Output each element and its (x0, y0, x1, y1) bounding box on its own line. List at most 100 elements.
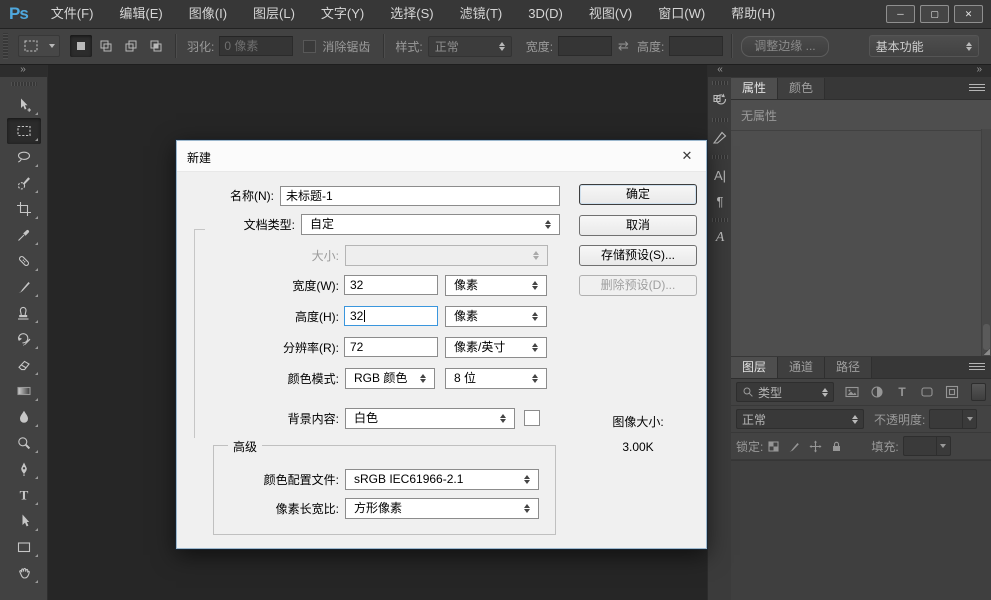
close-button[interactable]: ✕ (954, 5, 983, 23)
resolution-unit-dropdown[interactable]: 像素/英寸 (445, 337, 547, 358)
filter-smart-object-icon[interactable] (944, 384, 960, 400)
feather-input[interactable]: 0 像素 (219, 36, 293, 56)
pixel-aspect-dropdown[interactable]: 方形像素 (345, 498, 539, 519)
maximize-button[interactable]: ▢ (920, 5, 949, 23)
gradient-tool[interactable] (7, 378, 41, 404)
quick-selection-tool[interactable] (7, 170, 41, 196)
lock-transparency-icon[interactable] (767, 440, 780, 453)
panels-collapse-button[interactable]: » (731, 64, 991, 77)
menu-layer[interactable]: 图层(L) (240, 0, 308, 28)
menu-filter[interactable]: 滤镜(T) (447, 0, 516, 28)
tool-preset-picker[interactable] (18, 35, 60, 57)
toolbar-grip[interactable] (11, 82, 37, 86)
dock-collapse-button[interactable]: « (708, 64, 732, 77)
type-tool[interactable]: T (7, 482, 41, 508)
dock-grip[interactable] (712, 81, 728, 85)
refine-edge-button[interactable]: 调整边缘 ... (741, 36, 828, 57)
blur-tool[interactable] (7, 404, 41, 430)
tab-color[interactable]: 颜色 (778, 78, 825, 99)
constrain-width-input[interactable] (558, 36, 612, 56)
path-selection-tool[interactable] (7, 508, 41, 534)
filter-adjustment-layers-icon[interactable] (869, 384, 885, 400)
tab-paths[interactable]: 路径 (825, 357, 872, 378)
menu-file[interactable]: 文件(F) (38, 0, 107, 28)
menu-image[interactable]: 图像(I) (176, 0, 240, 28)
dock-grip[interactable] (712, 118, 728, 122)
antialias-checkbox[interactable] (303, 40, 316, 53)
tab-layers[interactable]: 图层 (731, 357, 778, 378)
layers-list[interactable] (731, 460, 991, 600)
menu-window[interactable]: 窗口(W) (645, 0, 718, 28)
lock-all-icon[interactable] (830, 440, 843, 453)
minimize-button[interactable]: ─ (886, 5, 915, 23)
background-color-swatch[interactable] (524, 410, 540, 426)
background-dropdown[interactable]: 白色 (345, 408, 515, 429)
resolution-input[interactable]: 72 (344, 337, 438, 357)
swap-dimensions-icon[interactable]: ⇄ (618, 38, 629, 54)
clone-stamp-tool[interactable] (7, 300, 41, 326)
ok-button[interactable]: 确定 (579, 184, 697, 205)
eraser-tool[interactable] (7, 352, 41, 378)
blend-mode-dropdown[interactable]: 正常 (736, 409, 864, 429)
toolbar-collapse-button[interactable]: » (0, 64, 47, 77)
pen-tool[interactable] (7, 456, 41, 482)
width-unit-dropdown[interactable]: 像素 (445, 275, 547, 296)
panel-resize-grip[interactable] (983, 348, 990, 355)
layer-filter-toggle[interactable] (971, 383, 986, 401)
history-panel-icon[interactable] (708, 88, 732, 114)
menu-help[interactable]: 帮助(H) (718, 0, 788, 28)
name-input[interactable]: 未标题-1 (280, 186, 560, 206)
menu-type[interactable]: 文字(Y) (308, 0, 377, 28)
paragraph-panel-icon[interactable]: ¶ (708, 188, 732, 214)
rectangle-tool[interactable] (7, 534, 41, 560)
fill-input[interactable] (903, 436, 951, 456)
eyedropper-tool[interactable] (7, 222, 41, 248)
dialog-title-bar[interactable]: 新建 ✕ (177, 141, 706, 172)
menu-edit[interactable]: 编辑(E) (106, 0, 175, 28)
spot-healing-brush-tool[interactable] (7, 248, 41, 274)
save-preset-button[interactable]: 存储预设(S)... (579, 245, 697, 266)
layer-filter-kind-dropdown[interactable]: 类型 (736, 382, 834, 402)
height-input[interactable]: 32 (344, 306, 438, 326)
workspace-switcher[interactable]: 基本功能 (869, 35, 979, 57)
subtract-from-selection-button[interactable] (120, 35, 142, 57)
tab-properties[interactable]: 属性 (731, 78, 778, 99)
lasso-tool[interactable] (7, 144, 41, 170)
color-profile-dropdown[interactable]: sRGB IEC61966-2.1 (345, 469, 539, 490)
height-unit-dropdown[interactable]: 像素 (445, 306, 547, 327)
color-mode-dropdown[interactable]: RGB 颜色 (345, 368, 435, 389)
dialog-close-icon[interactable]: ✕ (679, 148, 695, 164)
rectangular-marquee-tool[interactable] (7, 118, 41, 144)
dodge-tool[interactable] (7, 430, 41, 456)
filter-shape-layers-icon[interactable] (919, 384, 935, 400)
menu-select[interactable]: 选择(S) (377, 0, 446, 28)
bit-depth-dropdown[interactable]: 8 位 (445, 368, 547, 389)
crop-tool[interactable] (7, 196, 41, 222)
constrain-height-input[interactable] (669, 36, 723, 56)
width-input[interactable]: 32 (344, 275, 438, 295)
menu-view[interactable]: 视图(V) (576, 0, 645, 28)
properties-scrollbar[interactable] (981, 129, 991, 356)
add-to-selection-button[interactable] (95, 35, 117, 57)
intersect-selection-button[interactable] (145, 35, 167, 57)
move-tool[interactable] (7, 92, 41, 118)
filter-type-layers-icon[interactable]: T (894, 384, 910, 400)
lock-pixels-icon[interactable] (788, 440, 801, 453)
dock-grip[interactable] (712, 218, 728, 222)
dock-grip[interactable] (712, 155, 728, 159)
filter-pixel-layers-icon[interactable] (844, 384, 860, 400)
lock-position-icon[interactable] (809, 440, 822, 453)
new-selection-button[interactable] (70, 35, 92, 57)
opacity-input[interactable] (929, 409, 977, 429)
doc-type-dropdown[interactable]: 自定 (301, 214, 560, 235)
character-styles-panel-icon[interactable]: A (708, 225, 732, 251)
tab-channels[interactable]: 通道 (778, 357, 825, 378)
styles-panel-icon[interactable] (708, 125, 732, 151)
cancel-button[interactable]: 取消 (579, 215, 697, 236)
style-dropdown[interactable]: 正常 (428, 36, 512, 57)
panel-menu-icon[interactable] (969, 361, 985, 373)
character-panel-icon[interactable]: A| (708, 162, 732, 188)
history-brush-tool[interactable] (7, 326, 41, 352)
options-bar-grip[interactable] (3, 33, 8, 59)
hand-tool[interactable] (7, 560, 41, 586)
